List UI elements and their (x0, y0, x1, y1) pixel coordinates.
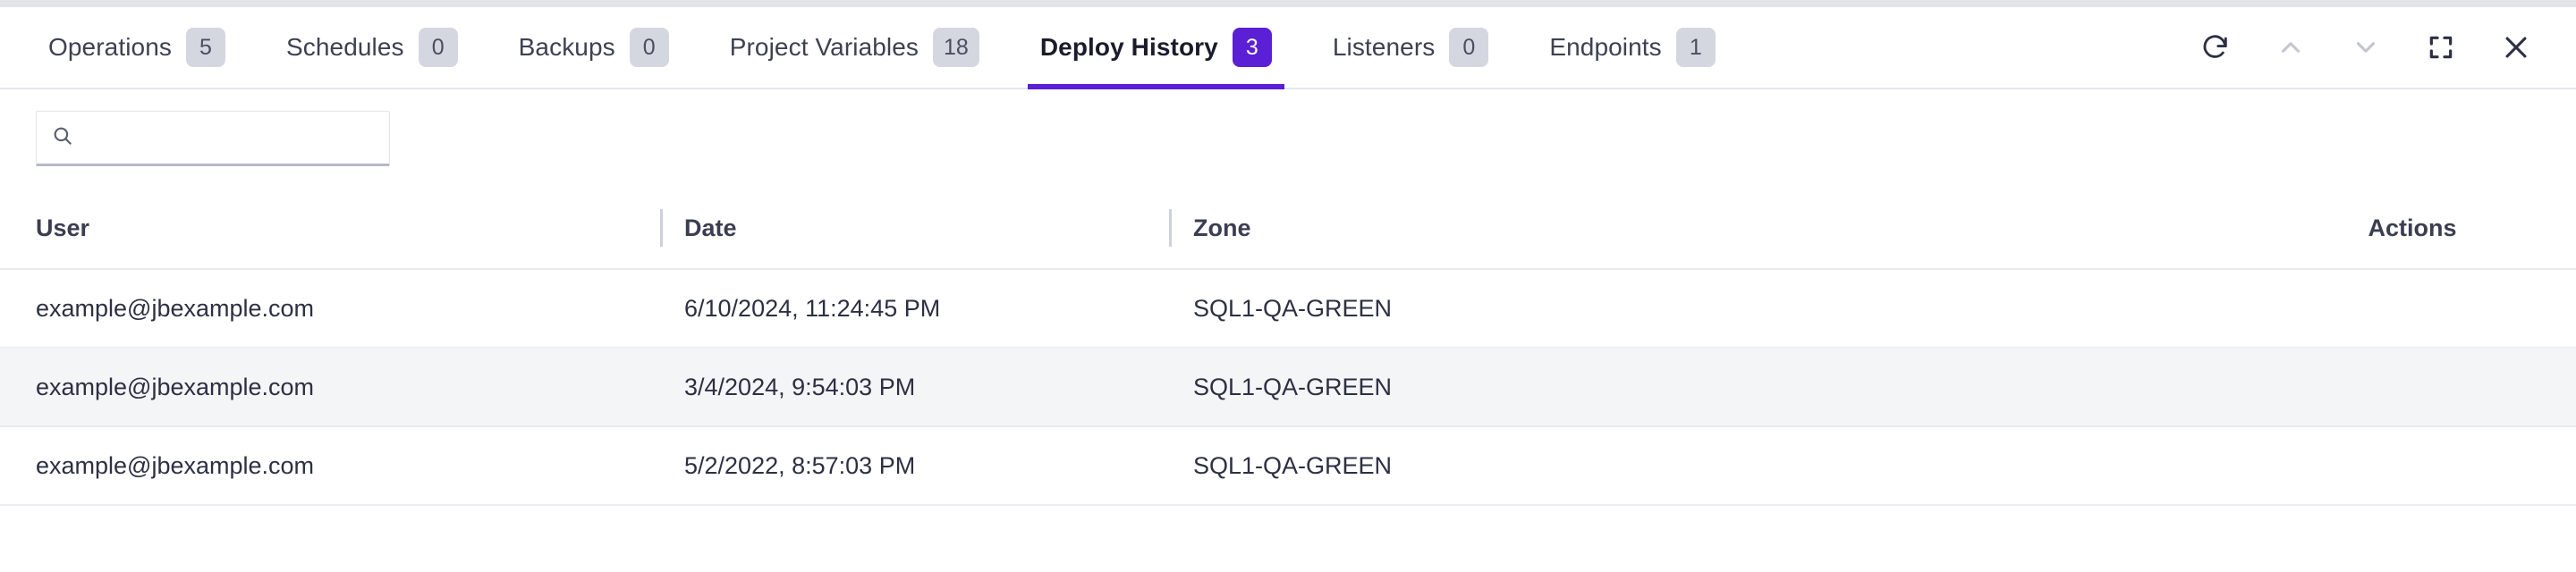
window-top-strip (0, 0, 2576, 7)
search-box[interactable] (36, 111, 390, 166)
tab-label: Deploy History (1039, 33, 1218, 61)
tab-label: Endpoints (1549, 33, 1662, 61)
refresh-icon (2200, 32, 2231, 63)
cell-user: example@jbexample.com (36, 373, 315, 400)
fullscreen-icon (2427, 33, 2455, 62)
table-row[interactable]: example@jbexample.com 3/4/2024, 9:54:03 … (0, 349, 2576, 427)
tab-badge-count: 0 (418, 28, 458, 67)
tab-backups[interactable]: Backups 0 (506, 7, 682, 88)
tab-bar: Operations 5 Schedules 0 Backups 0 Proje… (0, 7, 2576, 89)
table-header-row: User Date Zone Actions (0, 188, 2576, 270)
search-toolbar (0, 89, 2576, 188)
tab-badge-count: 0 (629, 28, 669, 67)
tab-deploy-history[interactable]: Deploy History 3 (1027, 7, 1284, 89)
cell-date: 6/10/2024, 11:24:45 PM (684, 294, 941, 322)
table-row[interactable]: example@jbexample.com 5/2/2022, 8:57:03 … (0, 427, 2576, 506)
cell-user: example@jbexample.com (36, 294, 315, 322)
tab-label: Listeners (1332, 33, 1436, 61)
window-controls (2195, 27, 2576, 68)
cell-actions[interactable] (2281, 349, 2576, 425)
tab-label: Operations (48, 33, 172, 61)
deploy-history-table: User Date Zone Actions example@jbexample… (0, 188, 2576, 506)
cell-zone: SQL1-QA-GREEN (1193, 294, 1393, 322)
tab-badge-count: 3 (1232, 28, 1272, 67)
tab-endpoints[interactable]: Endpoints 1 (1537, 7, 1727, 88)
column-header-actions: Actions (2368, 214, 2457, 241)
tab-list: Operations 5 Schedules 0 Backups 0 Proje… (0, 7, 1728, 89)
close-button[interactable] (2496, 27, 2537, 68)
cell-actions[interactable] (2281, 427, 2576, 504)
cell-date: 3/4/2024, 9:54:03 PM (684, 373, 916, 400)
chevron-up-icon (2275, 32, 2306, 63)
cell-zone: SQL1-QA-GREEN (1193, 451, 1393, 479)
tab-label: Schedules (285, 33, 404, 61)
fullscreen-button[interactable] (2420, 27, 2462, 68)
tab-badge-count: 5 (185, 28, 225, 67)
cell-zone: SQL1-QA-GREEN (1193, 373, 1393, 400)
close-icon (2501, 32, 2531, 63)
column-header-zone[interactable]: Zone (1169, 188, 2281, 268)
chevron-down-icon (2351, 32, 2381, 63)
scroll-up-button[interactable] (2270, 27, 2311, 68)
cell-actions[interactable] (2281, 270, 2576, 347)
tab-listeners[interactable]: Listeners 0 (1320, 7, 1502, 88)
tab-badge-count: 0 (1449, 28, 1489, 67)
cell-date: 5/2/2022, 8:57:03 PM (684, 451, 916, 479)
column-header-user[interactable]: User (0, 188, 660, 268)
tab-label: Backups (518, 33, 615, 61)
tab-schedules[interactable]: Schedules 0 (274, 7, 470, 88)
cell-user: example@jbexample.com (36, 451, 315, 479)
scroll-down-button[interactable] (2345, 27, 2386, 68)
search-input[interactable] (81, 125, 375, 150)
tab-label: Project Variables (729, 33, 919, 61)
search-icon (51, 124, 74, 152)
tab-operations[interactable]: Operations 5 (36, 7, 238, 88)
table-row[interactable]: example@jbexample.com 6/10/2024, 11:24:4… (0, 270, 2576, 349)
tab-badge-count: 18 (933, 28, 979, 67)
tab-active-underline (1027, 84, 1284, 89)
column-header-date[interactable]: Date (660, 188, 1169, 268)
refresh-button[interactable] (2195, 27, 2236, 68)
tab-project-variables[interactable]: Project Variables 18 (717, 7, 992, 88)
tab-badge-count: 1 (1675, 28, 1716, 67)
